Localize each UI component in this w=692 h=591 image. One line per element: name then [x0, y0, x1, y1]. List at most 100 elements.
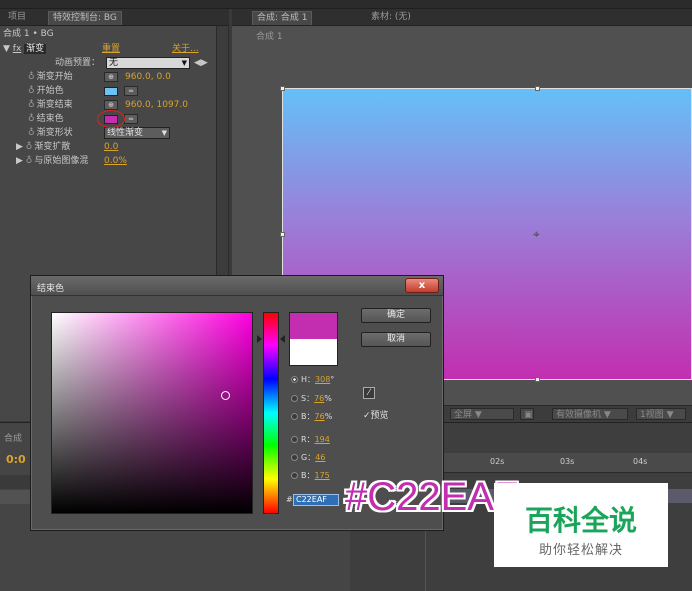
preview-checkbox[interactable]: ✓预览 — [363, 408, 389, 421]
prop-blend-original[interactable]: ▶ ♁ 与原始图像混 — [16, 155, 88, 168]
layer-row[interactable] — [0, 490, 30, 504]
color-cursor-icon[interactable] — [221, 391, 230, 400]
blue-field[interactable]: B：175 — [291, 470, 330, 482]
saturation-field[interactable]: S：76% — [291, 393, 332, 405]
hue-slider[interactable] — [263, 312, 279, 514]
field-unit: % — [324, 394, 332, 403]
tab-project[interactable]: 项目 — [4, 11, 30, 25]
red-value[interactable]: 194 — [315, 435, 330, 444]
timecode[interactable]: 0:0 — [6, 453, 26, 466]
ramp-shape-dropdown[interactable]: 线性渐变 ▼ — [104, 127, 170, 139]
hex-callout: #C22EAF — [345, 475, 519, 519]
expand-triangle-icon[interactable]: ▼ — [3, 44, 13, 54]
saturation-value[interactable]: 76 — [314, 394, 324, 403]
resolution-dropdown[interactable]: 全屏 ▼ — [450, 408, 514, 420]
stopwatch-icon[interactable]: ♁ — [28, 128, 35, 138]
red-field[interactable]: R：194 — [291, 434, 330, 446]
camera-value: 有效摄像机 — [556, 410, 602, 420]
tab-footage[interactable]: 素材: (无) — [367, 11, 415, 25]
chevron-down-icon: ▼ — [161, 129, 167, 137]
prop-value[interactable]: 0.0 — [104, 141, 118, 154]
saturation-brightness-field[interactable] — [51, 312, 253, 514]
expand-triangle-icon[interactable]: ▶ — [16, 142, 26, 152]
reset-link[interactable]: 重置 — [102, 43, 120, 56]
brightness-value[interactable]: 76 — [315, 412, 325, 421]
camera-dropdown[interactable]: 有效摄像机 ▼ — [552, 408, 628, 420]
crosshair-icon[interactable]: ⊕ — [104, 100, 118, 110]
stopwatch-icon[interactable]: ♁ — [26, 142, 33, 152]
hue-value[interactable]: 308 — [315, 375, 330, 384]
prop-value[interactable]: 960.0, 1097.0 — [125, 99, 188, 112]
hex-input[interactable]: C22EAF — [293, 494, 339, 506]
fx-toggle[interactable]: fx — [13, 44, 22, 54]
radio-brightness[interactable] — [291, 413, 298, 420]
close-button[interactable]: x — [405, 278, 439, 293]
prop-gradient-start[interactable]: ♁ 渐变开始 — [28, 71, 73, 84]
new-color-preview — [289, 312, 338, 339]
blue-value[interactable]: 175 — [315, 471, 330, 480]
prop-label: 渐变开始 — [36, 72, 73, 82]
layer-handle[interactable] — [280, 232, 285, 237]
stopwatch-icon[interactable]: ♁ — [28, 100, 35, 110]
radio-red[interactable] — [291, 436, 298, 443]
toggle-icon[interactable]: ▣ — [520, 408, 534, 420]
eyedropper-icon[interactable]: ═ — [124, 86, 138, 96]
field-label: G： — [301, 453, 316, 462]
green-field[interactable]: G：46 — [291, 452, 325, 464]
ruler-tick: 02s — [490, 457, 505, 466]
expand-triangle-icon[interactable]: ▶ — [16, 156, 26, 166]
field-label: H： — [301, 375, 316, 384]
brightness-field[interactable]: B：76% — [291, 411, 332, 423]
crosshair-icon[interactable]: ⊕ — [104, 72, 118, 82]
eyedropper-icon[interactable]: ⁄ — [363, 387, 375, 399]
views-dropdown[interactable]: 1视图 ▼ — [636, 408, 686, 420]
prop-gradient-end[interactable]: ♁ 渐变结束 — [28, 99, 73, 112]
comp-breadcrumb: 合成 1 — [256, 32, 283, 42]
cancel-button[interactable]: 取消 — [361, 332, 431, 347]
eyedropper-icon[interactable]: ═ — [124, 114, 138, 124]
layer-handle[interactable] — [535, 86, 540, 91]
radio-hue[interactable] — [291, 376, 298, 383]
prop-end-color[interactable]: ♁ 结束色 — [28, 113, 64, 126]
layer-handle[interactable] — [280, 86, 285, 91]
anchor-point-icon[interactable]: ⌖ — [533, 227, 540, 242]
hue-slider-arrow-icon[interactable] — [280, 335, 285, 343]
tab-effect-controls[interactable]: 特效控制台: BG — [48, 11, 122, 25]
preset-nav-icon[interactable]: ◀▶ — [194, 57, 208, 70]
effect-name[interactable]: 渐变 — [24, 44, 47, 54]
stopwatch-icon[interactable]: ♁ — [28, 86, 35, 96]
layer-handle[interactable] — [535, 377, 540, 382]
ok-button[interactable]: 确定 — [361, 308, 431, 323]
stopwatch-icon[interactable]: ♁ — [26, 156, 33, 166]
tab-composition[interactable]: 合成: 合成 1 — [252, 11, 313, 25]
hue-slider-arrow-icon[interactable] — [257, 335, 262, 343]
dialog-title: 结束色 — [37, 284, 65, 294]
radio-saturation[interactable] — [291, 395, 298, 402]
chevron-down-icon: ▼ — [181, 59, 187, 67]
prop-ramp-shape[interactable]: ♁ 渐变形状 — [28, 127, 73, 140]
av-switch-icon[interactable] — [0, 475, 30, 489]
watermark-title: 百科全说 — [524, 504, 637, 537]
animation-preset-value: 无 — [109, 58, 119, 68]
dialog-titlebar[interactable]: 结束色 x — [31, 276, 443, 296]
stopwatch-icon[interactable]: ♁ — [28, 114, 35, 124]
prop-start-color[interactable]: ♁ 开始色 — [28, 85, 64, 98]
ramp-shape-value: 线性渐变 — [107, 128, 144, 138]
about-link[interactable]: 关于... — [172, 43, 199, 56]
animation-preset-dropdown[interactable]: 无 ▼ — [106, 57, 190, 69]
hex-hash-label: # — [286, 495, 293, 504]
prop-value[interactable]: 0.0% — [104, 155, 127, 168]
prop-label: 渐变形状 — [36, 128, 73, 138]
stopwatch-icon[interactable]: ♁ — [28, 72, 35, 82]
original-color-preview[interactable] — [289, 339, 338, 366]
prop-ramp-scatter[interactable]: ▶ ♁ 渐变扩散 — [16, 141, 70, 154]
checkmark-icon: ✓ — [363, 411, 371, 421]
timeline-tab[interactable]: 合成 — [4, 431, 22, 444]
radio-blue[interactable] — [291, 472, 298, 479]
green-value[interactable]: 46 — [315, 453, 325, 462]
prop-value[interactable]: 960.0, 0.0 — [125, 71, 171, 84]
prop-label: 渐变结束 — [36, 100, 73, 110]
hue-field[interactable]: H：308° — [291, 374, 334, 386]
start-color-swatch[interactable] — [104, 87, 118, 96]
radio-green[interactable] — [291, 454, 298, 461]
